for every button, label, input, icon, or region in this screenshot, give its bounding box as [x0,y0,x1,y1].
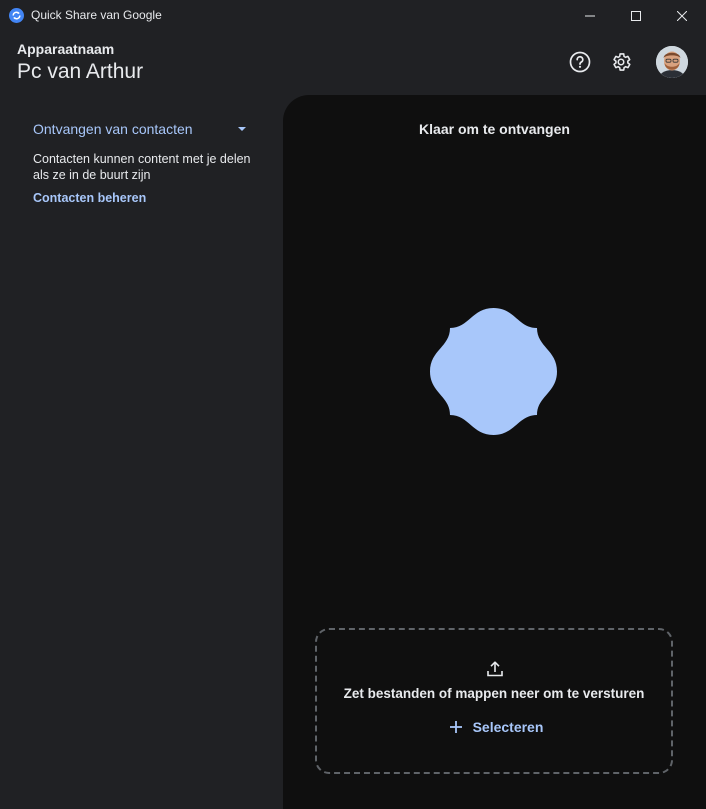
quick-share-icon [9,8,24,23]
device-name: Pc van Arthur [17,60,144,83]
receive-mode-dropdown[interactable]: Ontvangen van contacten [33,121,193,137]
app-window: Quick Share van Google Apparaatnaam Pc v… [0,0,706,809]
receive-panel: Klaar om te ontvangen Zet bestanden of m… [283,95,706,809]
dropzone-text: Zet bestanden of mappen neer om te verst… [343,686,645,701]
receive-description: Contacten kunnen content met je delen al… [33,152,251,182]
window-title: Quick Share van Google [31,8,162,22]
manage-contacts-link[interactable]: Contacten beheren [33,191,146,205]
minimize-button[interactable] [567,0,613,31]
caret-down-icon[interactable] [236,125,248,133]
maximize-button[interactable] [613,0,659,31]
select-files-label: Selecteren [472,719,544,735]
close-button[interactable] [659,0,705,31]
avatar-image [656,46,688,78]
title-bar[interactable]: Quick Share van Google [0,0,706,31]
help-button[interactable] [566,48,594,76]
device-label: Apparaatnaam [17,41,115,57]
close-icon [677,10,687,21]
account-avatar[interactable] [656,46,688,78]
receive-animation-blob [430,308,557,435]
gear-icon [613,53,631,71]
select-files-button[interactable]: Selecteren [441,714,551,740]
plus-icon [449,721,462,733]
upload-icon [487,661,503,677]
status-text: Klaar om te ontvangen [419,121,570,137]
file-dropzone[interactable]: Zet bestanden of mappen neer om te verst… [315,628,673,774]
maximize-icon [631,10,641,21]
settings-button[interactable] [607,48,635,76]
minimize-icon [585,15,595,16]
help-circle-icon [569,51,591,73]
